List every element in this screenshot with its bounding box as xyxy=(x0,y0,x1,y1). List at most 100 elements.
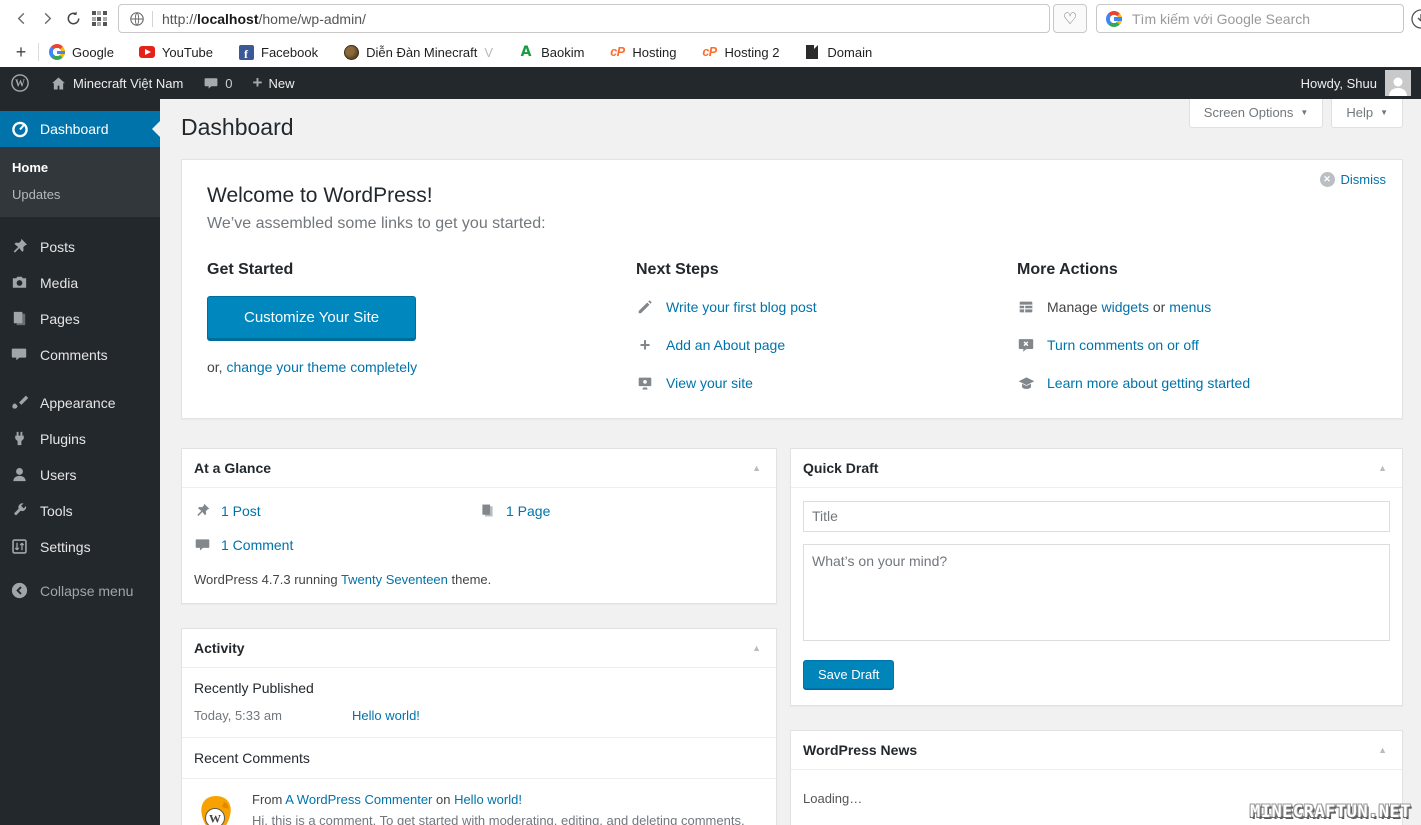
grid-icon xyxy=(91,11,107,26)
bookmark-domain[interactable]: Domain xyxy=(804,44,872,60)
pushpin-icon xyxy=(194,502,212,520)
widget-title: WordPress News xyxy=(803,741,918,758)
dismiss-link[interactable]: ✕ Dismiss xyxy=(1319,171,1386,187)
view-your-site-link[interactable]: View your site xyxy=(666,375,753,391)
dashboard-submenu: Home Updates xyxy=(0,147,160,217)
forward-button[interactable] xyxy=(34,5,60,33)
at-a-glance-widget: At a Glance ▲ 1 Post 1 Page 1 Comment Wo… xyxy=(181,447,777,604)
downloads-button[interactable] xyxy=(1410,8,1421,30)
bookmark-hosting-2[interactable]: cP Hosting 2 xyxy=(702,44,779,60)
reload-button[interactable] xyxy=(60,5,86,33)
manage-menus-link[interactable]: menus xyxy=(1169,299,1211,315)
browser-toolbar: http://localhost/home/wp-admin/ ♡ xyxy=(0,0,1421,37)
admin-menu: Dashboard Home Updates Posts Media Pages xyxy=(0,99,160,825)
search-input[interactable] xyxy=(1130,9,1394,28)
customize-site-button[interactable]: Customize Your Site xyxy=(207,295,417,339)
draft-content-textarea[interactable] xyxy=(803,543,1390,641)
browser-chrome: http://localhost/home/wp-admin/ ♡ + Goog… xyxy=(0,0,1421,67)
plug-icon xyxy=(10,429,30,449)
theme-link[interactable]: Twenty Seventeen xyxy=(341,572,448,587)
url-text[interactable]: http://localhost/home/wp-admin/ xyxy=(162,11,366,27)
add-bookmark-button[interactable]: + xyxy=(10,42,32,63)
comment-excerpt: Hi, this is a comment. To get started wi… xyxy=(252,812,745,825)
site-name-menu[interactable]: Minecraft Việt Nam xyxy=(40,67,193,99)
next-steps-heading: Next Steps xyxy=(636,260,719,278)
bookmark-hosting[interactable]: cP Hosting xyxy=(609,44,676,60)
svg-text:W: W xyxy=(209,811,221,825)
pencil-icon xyxy=(636,298,654,316)
commenter-link[interactable]: A WordPress Commenter xyxy=(285,792,432,807)
sidebar-item-tools[interactable]: Tools xyxy=(0,493,160,529)
sidebar-item-users[interactable]: Users xyxy=(0,457,160,493)
welcome-subtitle: We’ve assembled some links to get you st… xyxy=(207,214,546,232)
media-icon xyxy=(10,273,30,293)
published-post-link[interactable]: Hello world! xyxy=(352,708,420,723)
wordpress-logo-icon: W xyxy=(10,73,30,93)
new-content-menu[interactable]: + New xyxy=(243,67,305,99)
change-theme-link[interactable]: change your theme completely xyxy=(226,359,417,375)
wp-admin-bar: W Minecraft Việt Nam 0 + New Howdy, Shuu xyxy=(0,67,1421,99)
sidebar-item-dashboard[interactable]: Dashboard xyxy=(0,111,160,147)
activity-widget: Activity ▲ Recently Published Today, 5:3… xyxy=(181,627,777,825)
sidebar-item-updates[interactable]: Updates xyxy=(0,181,160,208)
posts-count-link[interactable]: 1 Post xyxy=(221,503,261,519)
manage-widgets-link[interactable]: widgets xyxy=(1101,299,1148,315)
collapse-menu-button[interactable]: Collapse menu xyxy=(0,573,160,609)
chevron-down-icon: ▼ xyxy=(1300,108,1309,117)
add-about-page-link[interactable]: Add an About page xyxy=(666,337,785,353)
recent-comments-heading: Recent Comments xyxy=(182,736,776,778)
collapse-toggle-icon[interactable]: ▲ xyxy=(749,643,764,653)
widget-title: Activity xyxy=(194,639,245,656)
google-favicon-icon xyxy=(49,44,65,60)
bookmark-minecraft-forum[interactable]: Diễn Đàn Minecraft V xyxy=(343,44,493,60)
comment-post-link[interactable]: Hello world! xyxy=(454,792,522,807)
comment-bubble-icon xyxy=(10,345,30,365)
howdy-text[interactable]: Howdy, Shuu xyxy=(1301,76,1377,91)
help-button[interactable]: Help ▼ xyxy=(1331,99,1403,128)
draft-title-input[interactable] xyxy=(803,500,1390,532)
write-first-post-link[interactable]: Write your first blog post xyxy=(666,299,817,315)
reload-icon xyxy=(65,10,82,27)
save-draft-button[interactable]: Save Draft xyxy=(803,659,895,689)
wp-logo-menu[interactable]: W xyxy=(0,67,40,99)
sidebar-item-settings[interactable]: Settings xyxy=(0,529,160,565)
sidebar-item-plugins[interactable]: Plugins xyxy=(0,421,160,457)
bookmark-youtube[interactable]: YouTube xyxy=(138,44,213,60)
comments-toggle-icon xyxy=(1017,336,1035,354)
collapse-toggle-icon[interactable]: ▲ xyxy=(1375,745,1390,755)
recent-comment-item: W From A WordPress Commenter on Hello wo… xyxy=(182,777,776,825)
sidebar-item-pages[interactable]: Pages xyxy=(0,301,160,337)
welcome-title: Welcome to WordPress! xyxy=(207,183,433,207)
sidebar-item-media[interactable]: Media xyxy=(0,265,160,301)
sidebar-item-appearance[interactable]: Appearance xyxy=(0,385,160,421)
commenter-avatar: W xyxy=(194,792,238,825)
chevron-right-icon xyxy=(40,11,55,26)
sidebar-item-posts[interactable]: Posts xyxy=(0,229,160,265)
back-button[interactable] xyxy=(8,5,34,33)
address-bar[interactable]: http://localhost/home/wp-admin/ xyxy=(118,4,1050,33)
user-avatar[interactable] xyxy=(1385,70,1411,96)
globe-icon xyxy=(129,11,145,27)
browser-search-box[interactable] xyxy=(1096,4,1404,33)
glance-posts: 1 Post xyxy=(194,502,479,520)
bookmark-google[interactable]: Google xyxy=(49,44,114,60)
collapse-toggle-icon[interactable]: ▲ xyxy=(749,463,764,473)
learn-more-link[interactable]: Learn more about getting started xyxy=(1047,375,1250,391)
google-logo-icon xyxy=(1106,10,1122,27)
youtube-favicon-icon xyxy=(138,46,155,58)
comments-menu[interactable]: 0 xyxy=(193,67,242,99)
bookmark-facebook[interactable]: f Facebook xyxy=(238,44,318,60)
comments-count-link[interactable]: 1 Comment xyxy=(221,537,293,553)
bookmark-baokim[interactable]: A Baokim xyxy=(518,44,585,60)
collapse-toggle-icon[interactable]: ▲ xyxy=(1375,463,1390,473)
sidebar-item-home[interactable]: Home xyxy=(0,154,160,181)
recently-published-heading: Recently Published xyxy=(194,679,314,696)
comment-bubble-icon xyxy=(194,536,212,554)
pages-count-link[interactable]: 1 Page xyxy=(506,503,550,519)
sidebar-item-comments[interactable]: Comments xyxy=(0,337,160,373)
speed-dial-button[interactable] xyxy=(86,5,112,33)
turn-comments-link[interactable]: Turn comments on or off xyxy=(1047,337,1199,353)
comment-bubble-icon xyxy=(203,75,219,91)
screen-options-button[interactable]: Screen Options ▼ xyxy=(1188,99,1324,128)
bookmark-page-button[interactable]: ♡ xyxy=(1053,4,1087,33)
